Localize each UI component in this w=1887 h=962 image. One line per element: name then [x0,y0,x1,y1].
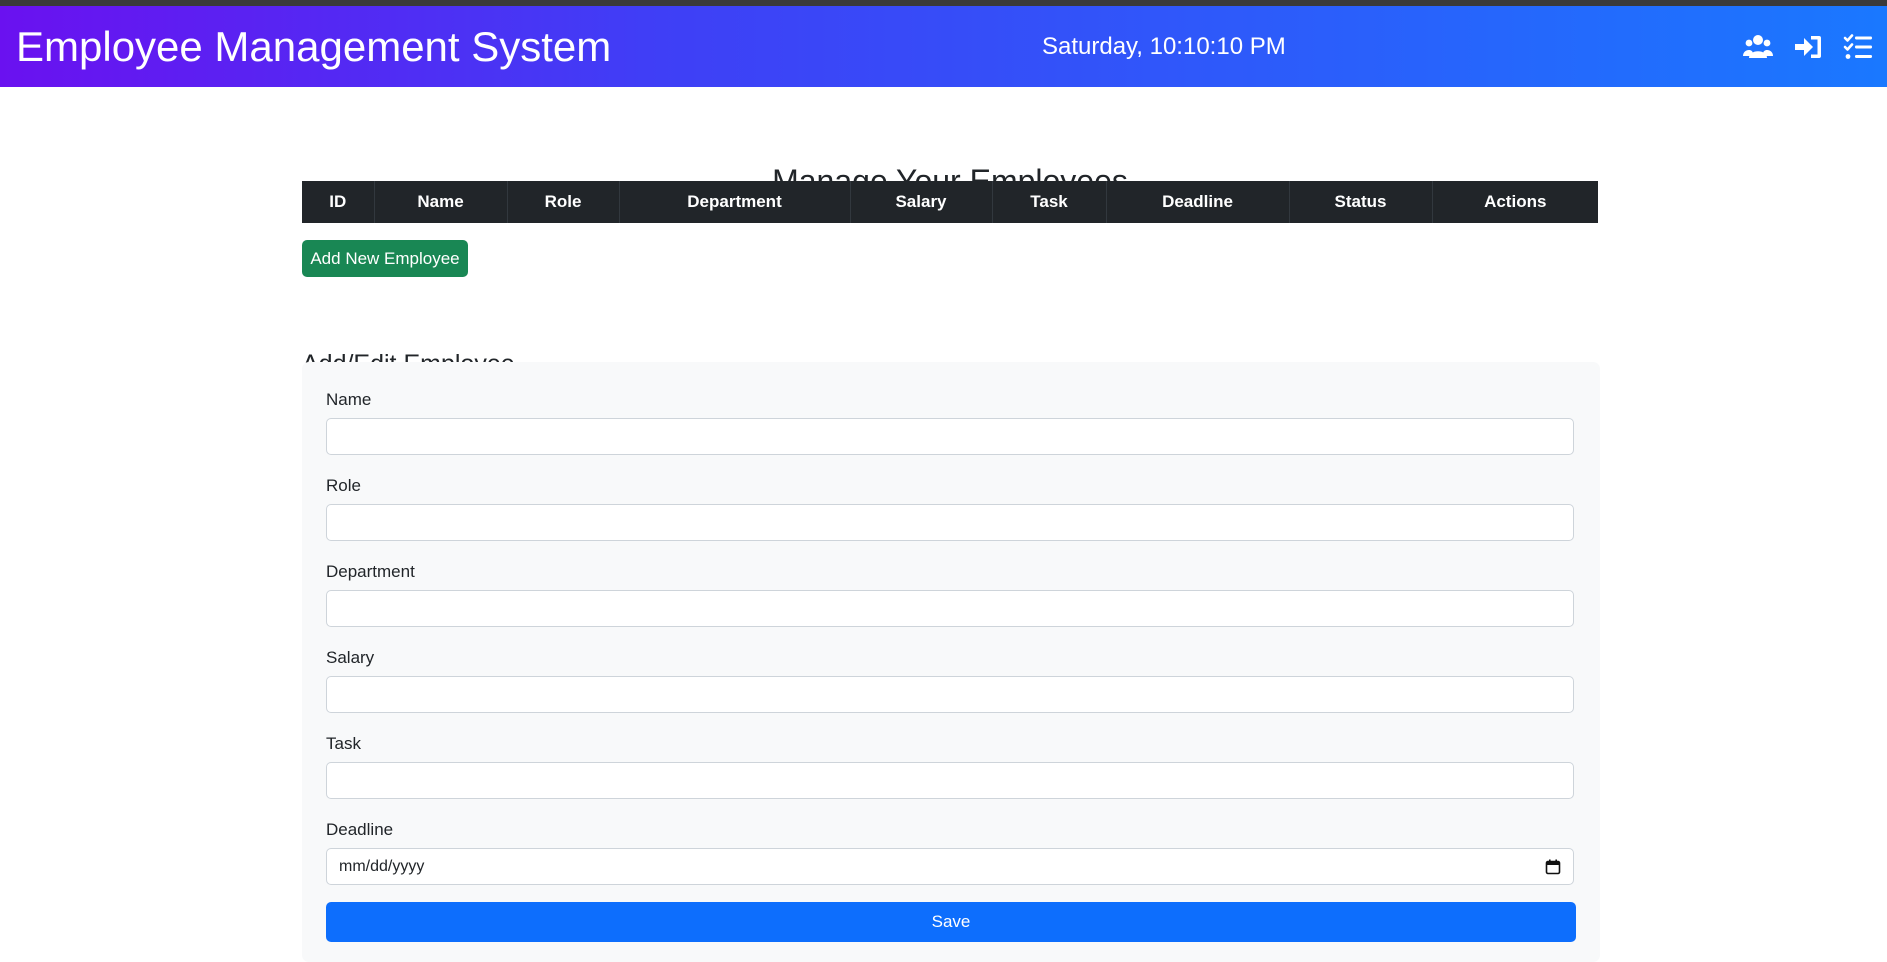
deadline-date-input[interactable]: mm/dd/yyyy [326,848,1574,885]
employee-form: Name Role Department Salary Task Deadlin… [302,362,1600,962]
sign-in-icon[interactable] [1793,32,1823,62]
column-header-actions: Actions [1431,181,1598,223]
salary-input[interactable] [326,676,1574,713]
task-input[interactable] [326,762,1574,799]
deadline-label: Deadline [326,820,394,839]
department-label: Department [326,562,415,581]
table-header-row: ID Name Role Department Salary Task Dead… [302,181,1598,223]
employee-table: ID Name Role Department Salary Task Dead… [302,181,1598,223]
column-header-role: Role [506,181,619,223]
column-header-salary: Salary [849,181,992,223]
column-header-deadline: Deadline [1105,181,1289,223]
app-brand[interactable]: Employee Management System [16,6,611,87]
column-header-name: Name [373,181,507,223]
column-header-task: Task [991,181,1106,223]
add-employee-button[interactable]: Add New Employee [302,240,468,277]
role-input[interactable] [326,504,1574,541]
name-label: Name [326,390,372,409]
salary-label: Salary [326,648,375,667]
task-label: Task [326,734,361,753]
column-header-department: Department [618,181,850,223]
column-header-id: ID [302,181,374,223]
department-input[interactable] [326,590,1574,627]
navbar-icons [1743,32,1873,62]
navbar: Employee Management System Saturday, 10:… [0,6,1887,87]
column-header-status: Status [1288,181,1432,223]
deadline-placeholder: mm/dd/yyyy [339,858,425,875]
current-datetime: Saturday, 10:10:10 PM [1042,33,1286,60]
calendar-icon[interactable] [1545,859,1561,875]
users-icon[interactable] [1743,32,1773,62]
save-button[interactable]: Save [326,902,1576,942]
name-input[interactable] [326,418,1574,455]
role-label: Role [326,476,361,495]
tasks-icon[interactable] [1843,32,1873,62]
